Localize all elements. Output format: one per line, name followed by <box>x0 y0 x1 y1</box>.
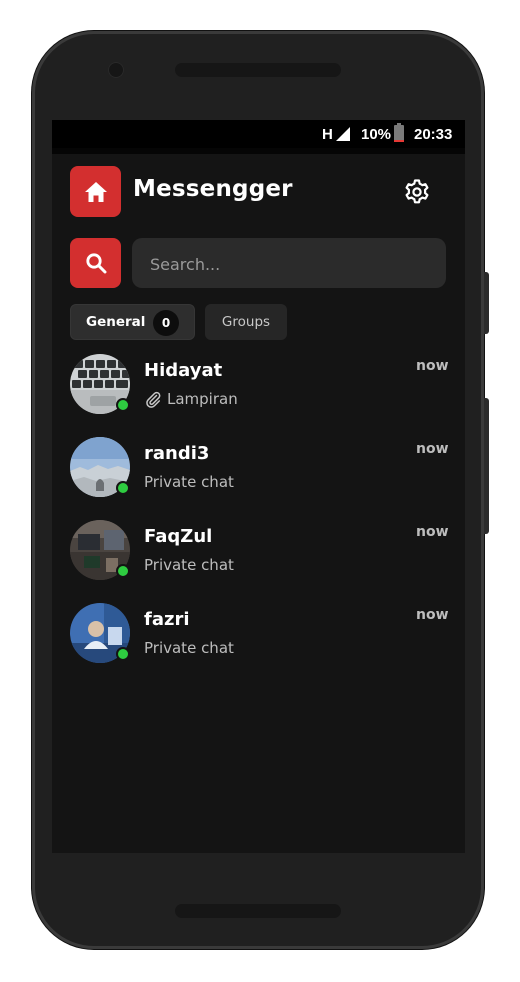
chat-preview: Private chat <box>144 639 234 657</box>
signal-icon <box>336 127 350 141</box>
app-header: Messengger <box>70 166 450 218</box>
chat-preview: Private chat <box>144 556 234 574</box>
chat-preview: Private chat <box>144 473 234 491</box>
settings-button[interactable] <box>403 178 431 206</box>
chat-time: now <box>416 524 449 540</box>
search-button[interactable] <box>70 238 121 288</box>
online-status-dot <box>116 564 130 578</box>
chat-preview: Lampiran <box>144 390 238 408</box>
tab-general-label: General <box>86 314 146 330</box>
volume-button <box>484 272 489 334</box>
status-divider <box>52 148 465 154</box>
home-icon <box>84 181 107 202</box>
chat-time: now <box>416 358 449 374</box>
chat-time: now <box>416 607 449 623</box>
chat-item-hidayat[interactable]: Hidayat Lampiran now <box>52 352 465 434</box>
power-button <box>484 398 489 534</box>
network-type: H <box>322 126 333 143</box>
chat-preview-text: Lampiran <box>167 390 238 408</box>
front-camera <box>108 62 124 78</box>
chat-name: FaqZul <box>144 526 213 547</box>
chat-item-randi3[interactable]: randi3 Private chat now <box>52 435 465 517</box>
battery-percent: 10% <box>361 126 392 143</box>
paperclip-icon <box>146 391 161 408</box>
search-field[interactable] <box>132 238 446 288</box>
chat-name: randi3 <box>144 443 210 464</box>
bottom-speaker <box>175 904 341 918</box>
chat-preview-text: Private chat <box>144 639 234 657</box>
chat-item-fazri[interactable]: fazri Private chat now <box>52 601 465 683</box>
online-status-dot <box>116 647 130 661</box>
tab-groups[interactable]: Groups <box>205 304 287 340</box>
tab-groups-label: Groups <box>221 314 271 330</box>
home-button[interactable] <box>70 166 121 217</box>
chat-item-faqzul[interactable]: FaqZul Private chat now <box>52 518 465 600</box>
status-bar: H 10% 20:33 <box>52 120 465 148</box>
chat-preview-text: Private chat <box>144 473 234 491</box>
online-status-dot <box>116 481 130 495</box>
gear-icon <box>405 179 429 204</box>
chat-name: fazri <box>144 609 190 630</box>
online-status-dot <box>116 398 130 412</box>
search-row <box>70 238 448 288</box>
chat-name: Hidayat <box>144 360 223 381</box>
unread-count-badge: 0 <box>153 310 179 336</box>
earpiece-speaker <box>175 63 341 77</box>
app-title: Messengger <box>133 176 293 202</box>
battery-icon <box>394 123 404 142</box>
search-input[interactable] <box>148 251 432 277</box>
tab-general[interactable]: General 0 <box>70 304 195 340</box>
chat-time: now <box>416 441 449 457</box>
clock: 20:33 <box>414 126 453 143</box>
battery-fill <box>394 140 404 142</box>
search-icon <box>85 253 106 274</box>
app-screen: H 10% 20:33 Messengger Search... General… <box>52 120 465 853</box>
chat-preview-text: Private chat <box>144 556 234 574</box>
